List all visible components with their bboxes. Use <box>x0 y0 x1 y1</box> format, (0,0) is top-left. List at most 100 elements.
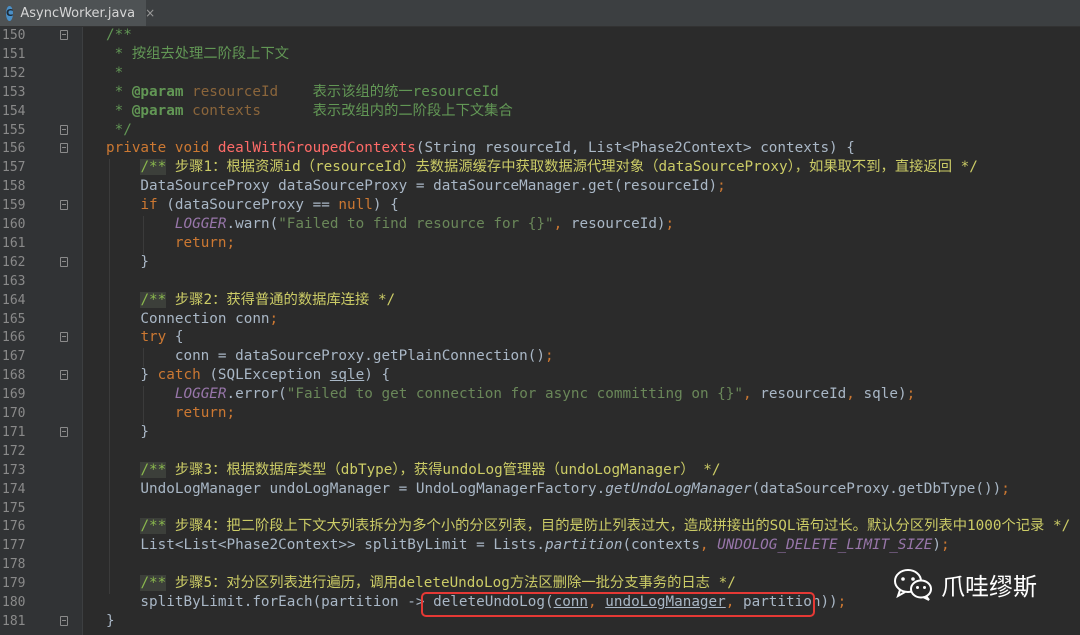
wechat-icon <box>894 568 932 601</box>
code-text: */ <box>106 121 132 138</box>
line-number: 179 <box>2 576 26 592</box>
watermark: 爪哇缪斯 <box>893 567 1037 602</box>
code-line[interactable]: 175 <box>0 499 1080 518</box>
code-text: * 按组去处理二阶段上下文 <box>106 45 290 62</box>
code-line[interactable]: 167 conn = dataSourceProxy.getPlainConne… <box>0 347 1080 366</box>
line-number: 155 <box>2 122 26 138</box>
line-number: 156 <box>2 141 26 157</box>
code-line[interactable]: 173 /** 步骤3：根据数据库类型（dbType），获得undoLog管理器… <box>0 461 1080 480</box>
line-number: 177 <box>2 538 26 554</box>
line-number: 167 <box>2 349 26 365</box>
code-text: LOGGER.error("Failed to get connection f… <box>174 386 916 403</box>
line-number: 175 <box>2 500 26 516</box>
indent-guide <box>143 348 144 368</box>
code-text: } <box>106 253 150 270</box>
line-number: 169 <box>2 387 26 403</box>
code-line[interactable]: 164 /** 步骤2：获得普通的数据库连接 */ <box>0 291 1080 310</box>
code-text: /** 步骤5：对分区列表进行遍历，调用deleteUndoLog方法区删除一批… <box>140 575 736 592</box>
line-number: 168 <box>2 368 26 384</box>
code-line[interactable]: 169 LOGGER.error("Failed to get connecti… <box>0 385 1080 404</box>
indent-guide <box>143 216 144 254</box>
line-number: 173 <box>2 462 26 478</box>
code-line[interactable]: 162 } <box>0 253 1080 272</box>
code-text: conn = dataSourceProxy.getPlainConnectio… <box>106 348 554 365</box>
fold-marker-icon[interactable] <box>60 200 68 211</box>
indent-guide <box>109 159 110 594</box>
line-number: 154 <box>2 103 26 119</box>
code-line[interactable]: 156 private void dealWithGroupedContexts(… <box>0 139 1080 158</box>
line-number: 166 <box>2 330 26 346</box>
code-line[interactable]: 172 <box>0 442 1080 461</box>
code-text: /** 步骤1：根据资源id（resourceId）去数据源缓存中获取数据源代理… <box>140 159 978 176</box>
line-number: 152 <box>2 65 26 81</box>
code-text: /** 步骤2：获得普通的数据库连接 */ <box>140 291 396 308</box>
line-number: 171 <box>2 424 26 440</box>
code-text: Connection conn; <box>106 310 279 327</box>
code-line[interactable]: 151 * 按组去处理二阶段上下文 <box>0 45 1080 64</box>
code-line[interactable]: 165 Connection conn; <box>0 310 1080 329</box>
code-text: return; <box>174 234 236 251</box>
code-line[interactable]: 159 if (dataSourceProxy == null) { <box>0 196 1080 215</box>
fold-marker-icon[interactable] <box>60 332 68 343</box>
code-text: } catch (SQLException sqle) { <box>106 367 391 384</box>
code-line[interactable]: 166 try { <box>0 328 1080 347</box>
fold-marker-icon[interactable] <box>60 615 68 626</box>
code-text: } <box>106 612 115 629</box>
code-text: /** 步骤3：根据数据库类型（dbType），获得undoLog管理器（und… <box>140 461 721 478</box>
code-line[interactable]: 160 LOGGER.warn("Failed to find resource… <box>0 215 1080 234</box>
code-text: * @param contexts 表示改组内的二阶段上下文集合 <box>106 102 513 119</box>
code-line[interactable]: 177 List<List<Phase2Context>> splitByLim… <box>0 536 1080 555</box>
code-text: return; <box>174 405 236 421</box>
highlight-annotation-box <box>421 592 815 617</box>
code-line[interactable]: 171 } <box>0 423 1080 442</box>
line-number: 157 <box>2 160 26 176</box>
line-number: 153 <box>2 84 26 100</box>
fold-marker-icon[interactable] <box>60 256 68 267</box>
code-text: LOGGER.warn("Failed to find resource for… <box>174 216 675 232</box>
code-line[interactable]: 150 /** <box>0 26 1080 45</box>
line-number: 174 <box>2 481 26 497</box>
code-editor[interactable]: 150 /** 151 * 按组去处理二阶段上下文 152 * 153 * @param… <box>0 27 1080 635</box>
line-number: 164 <box>2 292 26 308</box>
line-number: 158 <box>2 179 26 195</box>
line-number: 163 <box>2 273 26 289</box>
tab-filename: AsyncWorker.java <box>20 5 136 21</box>
code-text: } <box>106 423 150 440</box>
code-text: * @param resourceId 表示该组的统一resourceId <box>106 83 499 100</box>
code-line[interactable]: 153 * @param resourceId 表示该组的统一resourceI… <box>0 83 1080 102</box>
code-line[interactable]: 152 * <box>0 64 1080 83</box>
code-line[interactable]: 163 <box>0 272 1080 291</box>
code-text: UndoLogManager undoLogManager = UndoLogM… <box>106 480 1010 497</box>
code-text: /** <box>106 27 132 43</box>
fold-marker-icon[interactable] <box>60 30 68 40</box>
code-line[interactable]: 157 /** 步骤1：根据资源id（resourceId）去数据源缓存中获取数… <box>0 158 1080 177</box>
line-number: 176 <box>2 519 26 535</box>
code-line[interactable]: 158 DataSourceProxy dataSourceProxy = da… <box>0 177 1080 196</box>
code-line[interactable]: 155 */ <box>0 121 1080 140</box>
editor-tab-bar: C AsyncWorker.java × <box>0 0 1080 27</box>
line-number: 170 <box>2 406 26 421</box>
code-line[interactable]: 154 * @param contexts 表示改组内的二阶段上下文集合 <box>0 102 1080 121</box>
code-text: try { <box>140 329 184 346</box>
line-number: 159 <box>2 198 26 214</box>
line-number: 162 <box>2 254 26 270</box>
close-icon[interactable]: × <box>145 6 155 20</box>
code-line[interactable]: 161 return; <box>0 234 1080 253</box>
fold-marker-icon[interactable] <box>60 124 68 135</box>
code-text: if (dataSourceProxy == null) { <box>140 197 399 214</box>
indent-guide <box>143 386 144 424</box>
code-text: DataSourceProxy dataSourceProxy = dataSo… <box>106 178 726 195</box>
line-number: 165 <box>2 311 26 327</box>
watermark-text: 爪哇缪斯 <box>941 573 1037 601</box>
fold-marker-icon[interactable] <box>60 426 68 437</box>
tab-asyncworker[interactable]: C AsyncWorker.java × <box>0 0 155 26</box>
java-class-icon: C <box>6 5 14 21</box>
code-line[interactable]: 170 return; <box>0 404 1080 423</box>
line-number: 150 <box>2 28 26 43</box>
code-line[interactable]: 176 /** 步骤4：把二阶段上下文大列表拆分为多个小的分区列表，目的是防止列… <box>0 517 1080 536</box>
fold-marker-icon[interactable] <box>60 370 68 381</box>
fold-marker-icon[interactable] <box>60 143 68 154</box>
code-line[interactable]: 168 } catch (SQLException sqle) { <box>0 366 1080 385</box>
code-text: private void dealWithGroupedContexts(Str… <box>106 140 855 157</box>
code-line[interactable]: 174 UndoLogManager undoLogManager = Undo… <box>0 480 1080 499</box>
